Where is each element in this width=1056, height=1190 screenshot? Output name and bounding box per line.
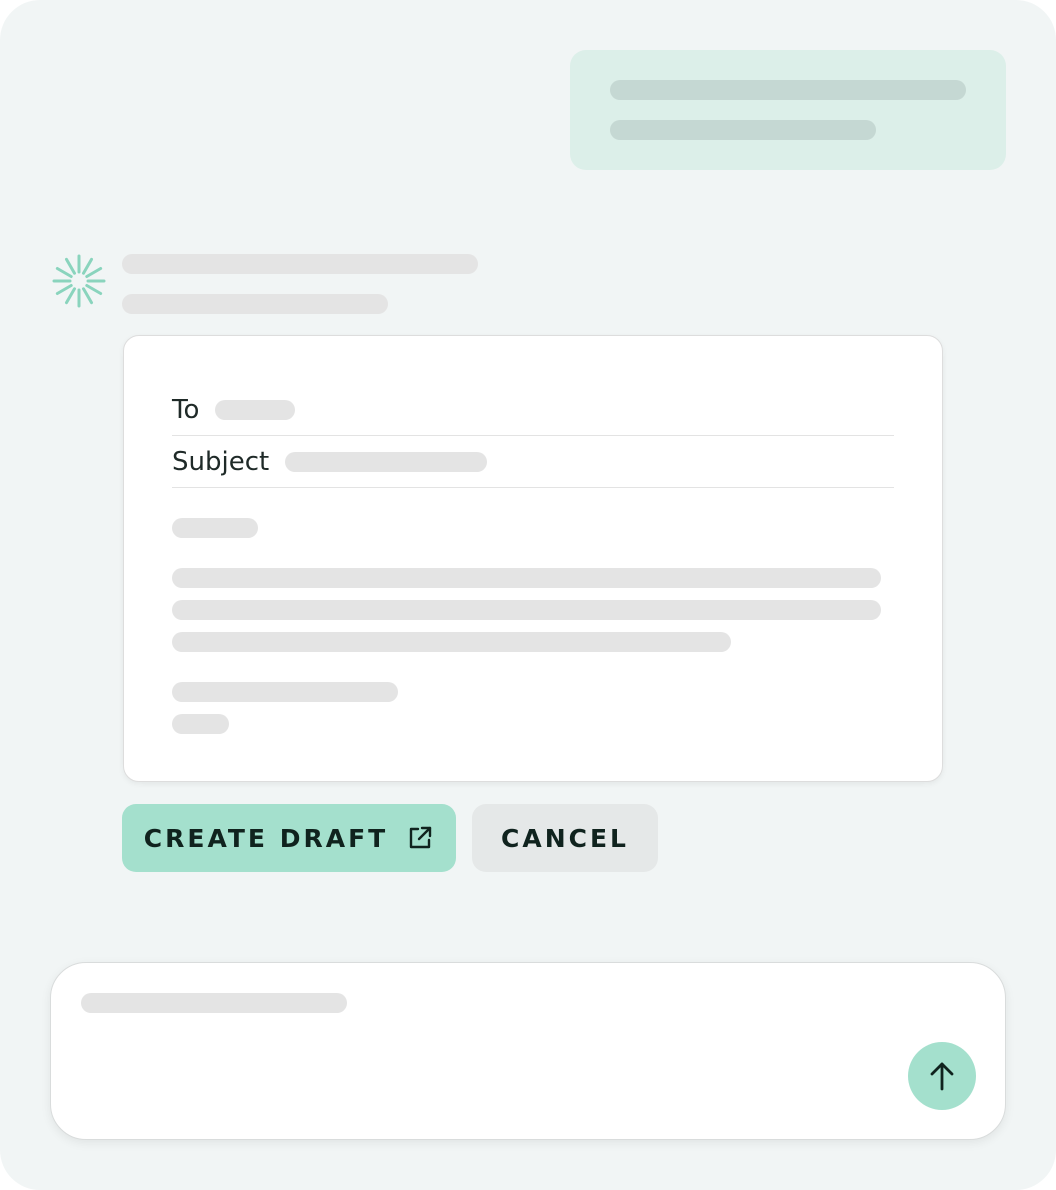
user-message-bubble — [570, 50, 1006, 170]
assistant-message-line — [122, 294, 388, 314]
create-draft-button[interactable]: CREATE DRAFT — [122, 804, 456, 872]
user-message-line — [610, 120, 876, 140]
sparkle-burst-icon — [52, 254, 106, 308]
email-body-line — [172, 600, 881, 620]
to-field[interactable]: To — [172, 384, 894, 436]
cancel-label: CANCEL — [501, 823, 629, 853]
subject-field[interactable]: Subject — [172, 436, 894, 488]
create-draft-label: CREATE DRAFT — [143, 823, 389, 853]
to-label: To — [172, 394, 200, 425]
composer-placeholder-line — [81, 993, 347, 1013]
email-body-line — [172, 632, 731, 652]
assistant-message-line — [122, 254, 478, 274]
email-body-line — [172, 568, 881, 588]
email-signature-line — [172, 714, 229, 734]
subject-value — [285, 451, 488, 472]
subject-label: Subject — [172, 446, 270, 477]
email-greeting-line — [172, 518, 258, 538]
email-signoff-line — [172, 682, 398, 702]
arrow-up-icon — [930, 1062, 954, 1091]
user-message-line — [610, 80, 966, 100]
message-composer[interactable] — [50, 962, 1006, 1140]
email-draft-card: To Subject — [123, 335, 943, 782]
cancel-button[interactable]: CANCEL — [472, 804, 658, 872]
external-link-icon — [410, 826, 432, 849]
chat-window: To Subject CREATE DRAFT CANCEL — [0, 0, 1056, 1190]
send-button[interactable] — [908, 1042, 976, 1110]
to-value — [215, 399, 296, 420]
